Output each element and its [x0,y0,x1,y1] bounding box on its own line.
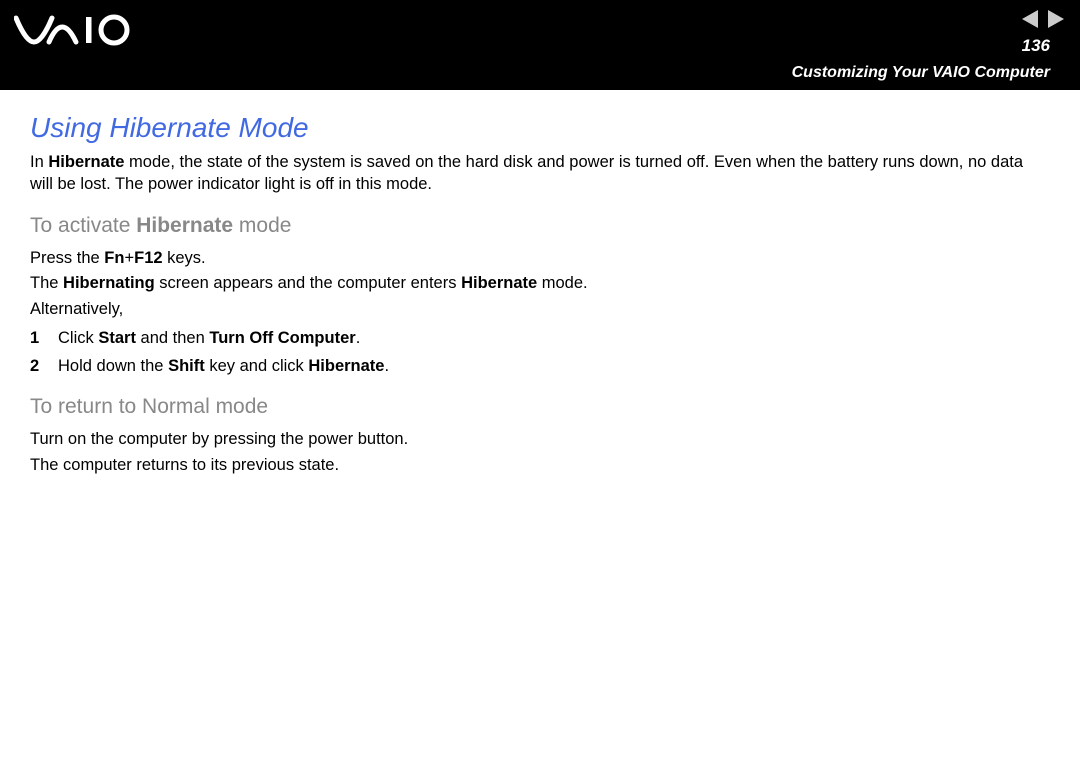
list-item: 2 Hold down the Shift key and click Hibe… [30,355,1050,377]
activate-line3: Alternatively, [30,299,1050,321]
step-number: 2 [30,355,58,377]
return-line2: The computer returns to its previous sta… [30,455,1050,477]
next-page-icon[interactable] [1048,10,1064,28]
section-name: Customizing Your VAIO Computer [792,64,1050,82]
activate-line2: The Hibernating screen appears and the c… [30,273,1050,295]
list-item: 1 Click Start and then Turn Off Computer… [30,327,1050,349]
intro-paragraph: In Hibernate mode, the state of the syst… [30,152,1050,196]
page-content: Using Hibernate Mode In Hibernate mode, … [0,90,1080,477]
step-text: Click Start and then Turn Off Computer. [58,327,360,349]
page-title: Using Hibernate Mode [30,112,1050,144]
activate-heading: To activate Hibernate mode [30,214,1050,238]
nav-arrows [1022,10,1064,28]
page-header: 136 Customizing Your VAIO Computer [0,0,1080,90]
prev-page-icon[interactable] [1022,10,1038,28]
return-line1: Turn on the computer by pressing the pow… [30,429,1050,451]
step-text: Hold down the Shift key and click Hibern… [58,355,389,377]
vaio-logo [14,14,134,53]
page-number: 136 [1022,36,1050,56]
activate-line1: Press the Fn+F12 keys. [30,248,1050,270]
step-list: 1 Click Start and then Turn Off Computer… [30,327,1050,378]
step-number: 1 [30,327,58,349]
return-heading: To return to Normal mode [30,395,1050,419]
